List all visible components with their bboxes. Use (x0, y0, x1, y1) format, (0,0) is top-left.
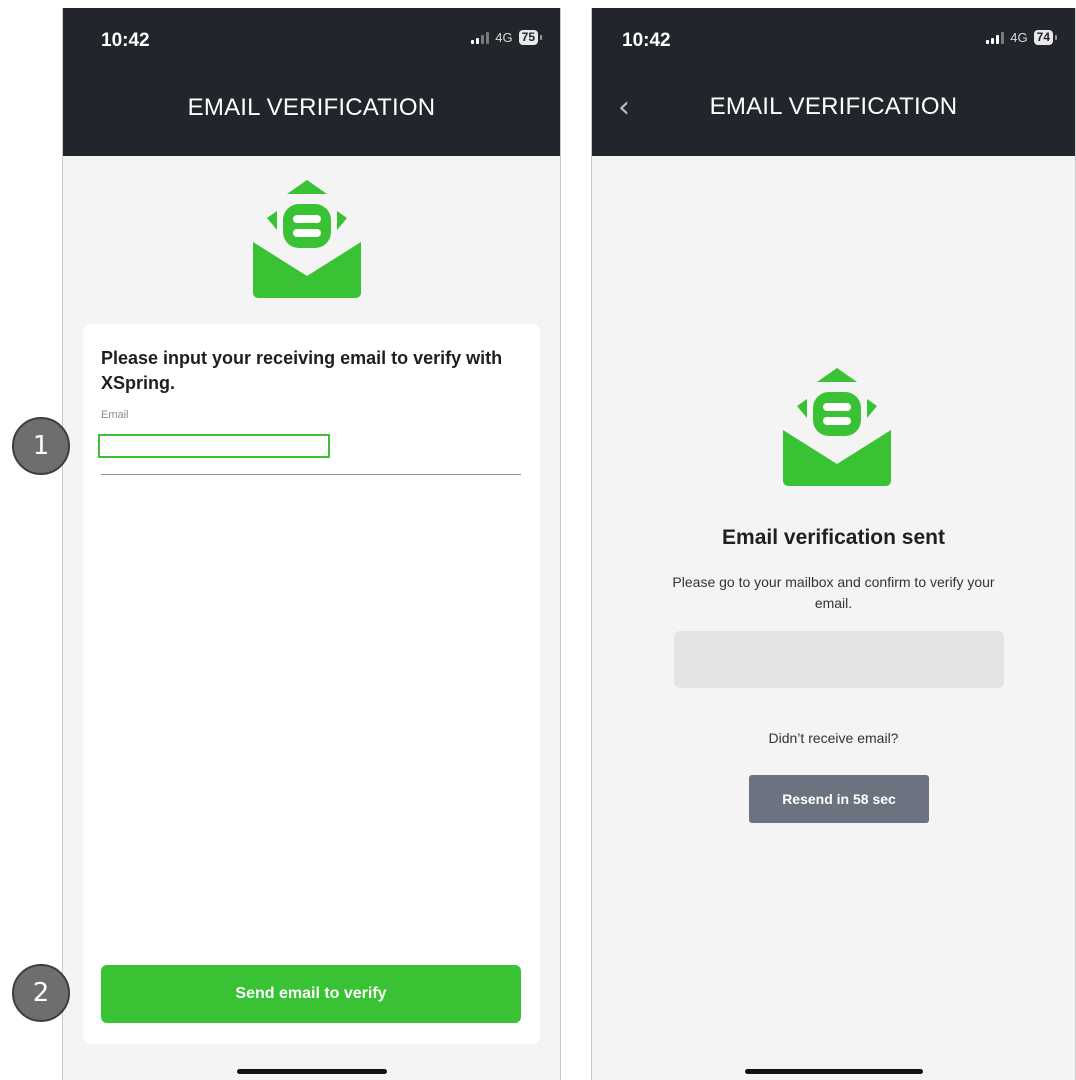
email-field-underline (101, 474, 521, 475)
send-email-button[interactable]: Send email to verify (101, 965, 521, 1023)
page-title: EMAIL VERIFICATION (187, 94, 436, 121)
status-time: 10:42 (622, 30, 671, 51)
battery-icon: 75 (518, 30, 543, 45)
top-bar: 10:42 4G 74 ‹ EMAIL VERIFICATION (592, 8, 1075, 156)
sent-instructions: Please go to your mailbox and confirm to… (672, 574, 995, 611)
step-badge-2: 2 (12, 964, 70, 1022)
step-badge-1: 1 (12, 417, 70, 475)
sent-email-display (674, 631, 1004, 688)
resend-button[interactable]: Resend in 58 sec (749, 775, 929, 823)
signal-icon (986, 31, 1005, 44)
status-indicators: 4G 75 (471, 30, 543, 45)
form-prompt: Please input your receiving email to ver… (101, 348, 503, 393)
signal-icon (471, 31, 490, 44)
open-envelope-icon (783, 368, 891, 486)
sent-title: Email verification sent (722, 526, 945, 549)
battery-icon: 74 (1033, 30, 1058, 45)
open-envelope-icon (253, 180, 361, 298)
status-indicators: 4G 74 (986, 30, 1058, 45)
page-title: EMAIL VERIFICATION (709, 93, 958, 120)
home-indicator (236, 1069, 387, 1074)
phone-screen-input: 10:42 4G 75 EMAIL VERIFICATION Please in… (62, 8, 561, 1080)
email-form-card: Please input your receiving email to ver… (83, 324, 540, 1044)
didnt-receive-text: Didn’t receive email? (768, 730, 899, 746)
network-type: 4G (495, 30, 513, 45)
top-bar: 10:42 4G 75 EMAIL VERIFICATION (63, 8, 560, 156)
phone-screen-sent: 10:42 4G 74 ‹ EMAIL VERIFICATION Email v… (591, 8, 1076, 1080)
home-indicator (744, 1069, 923, 1074)
network-type: 4G (1010, 30, 1028, 45)
email-input[interactable] (98, 434, 330, 458)
status-time: 10:42 (101, 30, 150, 51)
email-label: Email (101, 409, 129, 421)
